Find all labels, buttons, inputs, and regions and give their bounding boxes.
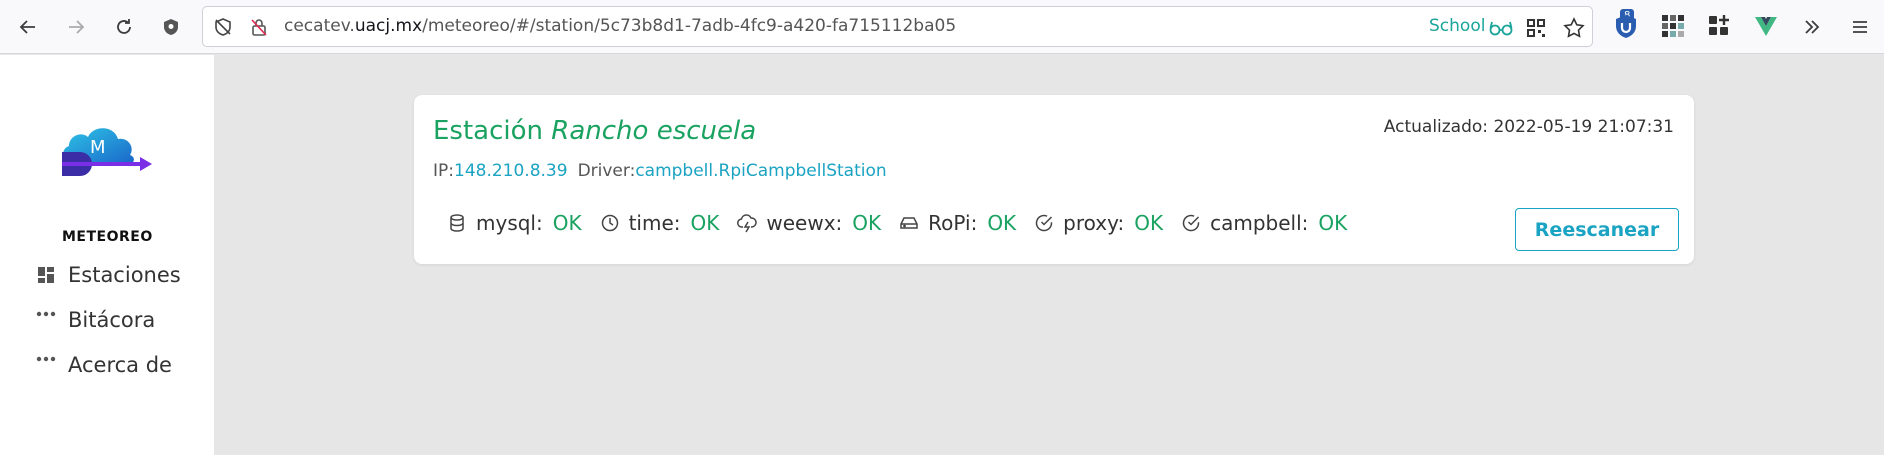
status-value: OK bbox=[552, 211, 582, 235]
star-bookmark-icon[interactable] bbox=[1563, 17, 1585, 39]
forward-button[interactable] bbox=[60, 11, 92, 43]
insecure-lock-icon[interactable] bbox=[249, 17, 269, 37]
logo-mark: M bbox=[90, 137, 106, 158]
profile-label[interactable]: School bbox=[1429, 16, 1485, 36]
browser-toolbar: cecatev.uacj.mx/meteoreo/#/station/5c73b… bbox=[0, 0, 1884, 54]
back-button[interactable] bbox=[12, 11, 44, 43]
hamburger-menu-icon bbox=[1853, 21, 1867, 33]
status-value: OK bbox=[1134, 211, 1164, 235]
cloud-lightning-icon bbox=[737, 214, 758, 233]
station-title-prefix: Estación bbox=[433, 116, 544, 146]
updated-label: Actualizado: bbox=[1383, 117, 1489, 137]
shield-u-extension-icon[interactable] bbox=[1613, 13, 1639, 39]
status-weewx: weewx: OK bbox=[737, 211, 881, 235]
glasses-icon[interactable] bbox=[1489, 19, 1513, 37]
vue-devtools-icon[interactable] bbox=[1753, 13, 1779, 39]
check-circle-icon bbox=[1182, 214, 1200, 232]
status-label: campbell: bbox=[1210, 211, 1309, 235]
dots-icon bbox=[36, 356, 56, 362]
reload-button[interactable] bbox=[108, 11, 140, 43]
qr-scanner-extension-icon[interactable] bbox=[1660, 13, 1686, 39]
status-value: OK bbox=[852, 211, 882, 235]
status-value: OK bbox=[1318, 211, 1348, 235]
apps-add-extension-icon[interactable] bbox=[1706, 13, 1732, 39]
reload-icon bbox=[117, 19, 131, 34]
status-row: mysql: OK time: OK weewx: OK RoPi: OK proxy:… bbox=[447, 211, 1365, 235]
sidebar-item-label: Bitácora bbox=[68, 308, 156, 332]
qr-code-icon[interactable] bbox=[1525, 17, 1547, 39]
privacy-extension-button[interactable] bbox=[155, 11, 187, 43]
dashboard-icon bbox=[38, 267, 54, 283]
dots-icon bbox=[36, 311, 56, 317]
station-meta: IP:148.210.8.39 Driver:campbell.RpiCampbe… bbox=[433, 161, 887, 181]
meteoreo-logo[interactable]: M bbox=[56, 112, 156, 192]
status-campbell: campbell: OK bbox=[1181, 211, 1347, 235]
status-value: OK bbox=[987, 211, 1017, 235]
driver-label: Driver: bbox=[577, 161, 636, 181]
url-prefix: cecatev. bbox=[284, 16, 355, 36]
status-proxy: proxy: OK bbox=[1034, 211, 1163, 235]
status-label: mysql: bbox=[476, 211, 543, 235]
status-mysql: mysql: OK bbox=[447, 211, 582, 235]
sidebar-item-estaciones[interactable]: Estaciones bbox=[36, 263, 181, 287]
menu-button[interactable] bbox=[1844, 11, 1876, 43]
status-label: RoPi: bbox=[928, 211, 978, 235]
station-card: Estación Rancho escuela Actualizado: 202… bbox=[414, 95, 1694, 264]
sidebar-item-label: Acerca de bbox=[68, 353, 172, 377]
overflow-extensions-button[interactable] bbox=[1796, 11, 1828, 43]
sidebar: M METEOREO Estaciones Bitácora Acerca de bbox=[0, 55, 214, 455]
arrow-left-icon bbox=[19, 20, 35, 34]
ip-label: IP: bbox=[433, 161, 454, 181]
chevron-double-right-icon bbox=[1805, 20, 1820, 34]
database-icon bbox=[450, 214, 464, 232]
check-circle-icon bbox=[1035, 214, 1053, 232]
arrow-right-icon bbox=[69, 20, 85, 34]
url-domain: uacj.mx bbox=[354, 16, 423, 36]
logo-text: METEOREO bbox=[62, 229, 153, 245]
url-path: /meteoreo/#/station/5c73b8d1-7adb-4fc9-a… bbox=[422, 16, 957, 36]
sidebar-item-bitacora[interactable]: Bitácora bbox=[36, 308, 155, 332]
shield-icon bbox=[164, 19, 178, 35]
status-label: time: bbox=[628, 211, 681, 235]
updated-timestamp: Actualizado: 2022-05-19 21:07:31 bbox=[1384, 117, 1674, 137]
tracking-protection-icon[interactable] bbox=[213, 17, 233, 37]
hard-drive-icon bbox=[900, 217, 918, 229]
ip-link[interactable]: 148.210.8.39 bbox=[454, 161, 568, 181]
updated-value: 2022-05-19 21:07:31 bbox=[1493, 117, 1674, 137]
address-bar[interactable]: cecatev.uacj.mx/meteoreo/#/station/5c73b… bbox=[202, 6, 1593, 47]
driver-link[interactable]: campbell.RpiCampbellStation bbox=[635, 161, 886, 181]
status-time: time: OK bbox=[600, 211, 720, 235]
status-label: proxy: bbox=[1063, 211, 1125, 235]
url-text[interactable]: cecatev.uacj.mx/meteoreo/#/station/5c73b… bbox=[284, 16, 956, 36]
sidebar-item-label: Estaciones bbox=[68, 263, 181, 287]
sidebar-item-acerca-de[interactable]: Acerca de bbox=[36, 353, 172, 377]
status-label: weewx: bbox=[766, 211, 843, 235]
station-name: Rancho escuela bbox=[551, 116, 757, 146]
status-value: OK bbox=[690, 211, 720, 235]
clock-icon bbox=[601, 214, 618, 232]
rescan-button[interactable]: Reescanear bbox=[1515, 208, 1679, 251]
station-title: Estación Rancho escuela bbox=[433, 116, 756, 146]
status-ropi: RoPi: OK bbox=[899, 211, 1016, 235]
